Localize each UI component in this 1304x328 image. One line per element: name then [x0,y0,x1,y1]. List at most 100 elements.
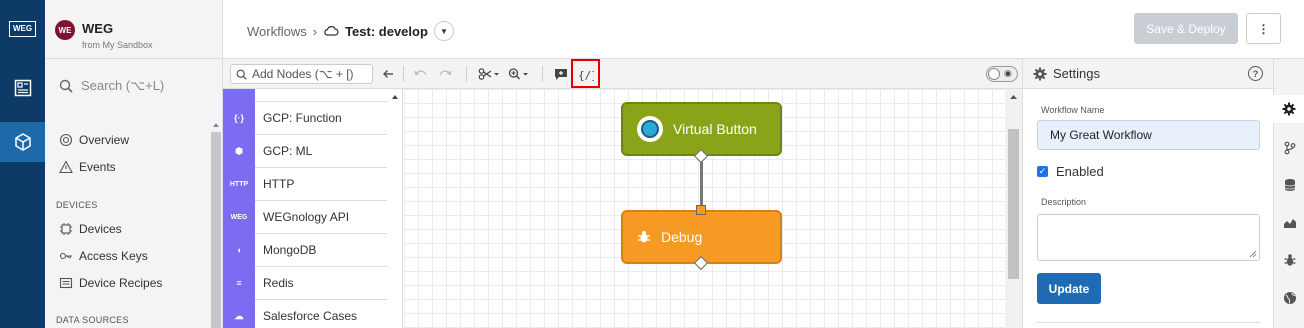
gear-icon [1282,102,1296,116]
database-icon [1284,179,1295,191]
mongodb-leaf-icon: ◖ [223,233,255,267]
toolbar-divider [403,66,404,82]
sidebar-item-device-recipes[interactable]: Device Recipes [59,276,162,290]
add-nodes-search[interactable]: Add Nodes (⌥ + [) [230,64,373,84]
app-owner: from My Sandbox [82,40,153,50]
chart-icon [1283,219,1296,228]
palette-item-label: GCP: ML [263,144,313,158]
add-nodes-placeholder: Add Nodes (⌥ + [) [252,67,354,81]
palette-item-label: GCP: Function [263,111,342,125]
tab-debug[interactable] [1274,246,1304,274]
settings-header: Settings ? [1023,59,1273,89]
dashboard-nav-item[interactable] [0,68,45,108]
globe-icon [1283,292,1296,304]
dashboard-icon [14,79,31,97]
redis-stack-icon: ≡ [223,266,255,300]
breadcrumb-current: Test: develop [345,23,428,39]
palette-item-http[interactable]: HTTP HTTP [223,167,387,201]
search-icon [236,69,247,80]
palette-item-label: MongoDB [263,243,317,257]
version-dropdown-button[interactable]: ▼ [433,21,454,41]
more-options-button[interactable]: ⋮ [1246,13,1281,44]
cut-menu-button[interactable] [477,64,501,84]
sidebar-item-label: Device Recipes [79,276,163,290]
palette-item-mongodb[interactable]: ◖ MongoDB [223,233,387,267]
scroll-up-icon[interactable] [209,120,223,130]
virtual-button-icon [637,116,663,142]
help-icon[interactable]: ? [1248,66,1263,81]
sidebar-item-devices[interactable]: Devices [59,222,122,236]
palette-item-redis[interactable]: ≡ Redis [223,266,387,300]
sidebar-item-label: Overview [79,133,130,147]
scroll-up-icon[interactable] [1005,91,1022,103]
sidebar-item-label: Access Keys [79,249,148,263]
sidebar-item-label: Events [79,160,116,174]
tab-metrics[interactable] [1274,209,1304,237]
palette-item-gcp-function[interactable]: {·} GCP: Function [223,101,387,135]
workflow-editor-app: WEG WE WEG from My Sandbox Search (⌥+L) … [0,0,1304,328]
section-data-sources: DATA SOURCES [56,315,129,325]
save-deploy-button[interactable]: Save & Deploy [1134,13,1238,44]
canvas-scrollbar[interactable] [1005,89,1022,328]
json-button-highlight [571,59,600,88]
sidebar-item-access-keys[interactable]: Access Keys [59,249,148,263]
palette-item-gcp-ml[interactable]: ⬢ GCP: ML [223,134,387,168]
sidebar-scroll-thumb[interactable] [211,132,221,328]
toolbar-divider [466,66,467,82]
sidebar-item-overview[interactable]: Overview [59,133,129,147]
sidebar-item-label: Devices [79,222,122,236]
palette-item-partial[interactable] [223,89,387,102]
input-port[interactable] [696,205,706,215]
panel-tab-rail [1273,59,1304,328]
gcp-function-icon: {·} [223,101,255,135]
app-header[interactable]: WE WEG from My Sandbox [45,0,222,59]
palette-scrollbar[interactable] [387,89,403,328]
workflow-canvas[interactable]: Virtual Button Debug [404,89,1005,328]
description-label: Description [1041,197,1087,207]
overview-icon [59,133,73,147]
applications-nav-item[interactable] [0,122,45,162]
section-devices: DEVICES [56,200,98,210]
tab-settings[interactable] [1273,95,1304,123]
palette-item-label: Salesforce Cases [263,309,358,323]
palette-item-wegnology-api[interactable]: WEG WEGnology API [223,200,387,234]
undo-icon [414,70,427,76]
app-avatar: WE [55,20,75,40]
checkbox-checked-icon: ✓ [1037,166,1048,177]
settings-panel: Settings ? Workflow Name My Great Workfl… [1022,59,1273,328]
caret-down-icon: ▼ [439,26,448,36]
redo-icon [439,70,452,76]
description-textarea[interactable] [1037,214,1260,261]
sidebar-item-events[interactable]: Events [59,160,116,174]
weg-logo[interactable]: WEG [9,21,36,37]
update-button[interactable]: Update [1037,273,1101,304]
debug-mode-toggle[interactable]: ◉ [986,66,1018,82]
workflow-name-label: Workflow Name [1041,105,1105,115]
salesforce-cloud-icon: ☁ [223,299,255,328]
canvas-scroll-thumb[interactable] [1008,129,1019,279]
tab-globals[interactable] [1274,284,1304,312]
tab-storage[interactable] [1274,171,1304,199]
node-virtual-button[interactable]: Virtual Button [621,102,782,156]
weg-logo-icon: WEG [223,200,255,234]
sidebar-scrollbar[interactable] [209,118,223,328]
editor-header: Workflows › Test: develop ▼ Save & Deplo… [223,0,1304,59]
palette-item-label: HTTP [263,177,295,191]
breadcrumb-workflows[interactable]: Workflows [247,24,307,39]
undo-button[interactable] [413,64,429,84]
add-comment-button[interactable] [553,64,569,84]
editor-toolbar: Add Nodes (⌥ + [) {/ ◉ [223,59,1022,89]
scroll-up-icon[interactable] [387,91,403,103]
redo-button[interactable] [437,64,453,84]
key-icon [59,252,72,260]
resize-handle-icon[interactable] [1249,250,1257,258]
app-sidebar: WE WEG from My Sandbox Search (⌥+L) Over… [45,0,223,328]
workflow-name-input[interactable]: My Great Workflow [1037,120,1260,150]
collapse-palette-button[interactable] [380,64,396,84]
zoom-menu-button[interactable] [507,64,531,84]
tab-versions[interactable] [1274,134,1304,162]
sidebar-search[interactable]: Search (⌥+L) [59,78,164,94]
enabled-checkbox[interactable]: ✓ Enabled [1037,164,1104,179]
settings-divider [1037,322,1260,323]
palette-item-salesforce-cases[interactable]: ☁ Salesforce Cases [223,299,387,328]
